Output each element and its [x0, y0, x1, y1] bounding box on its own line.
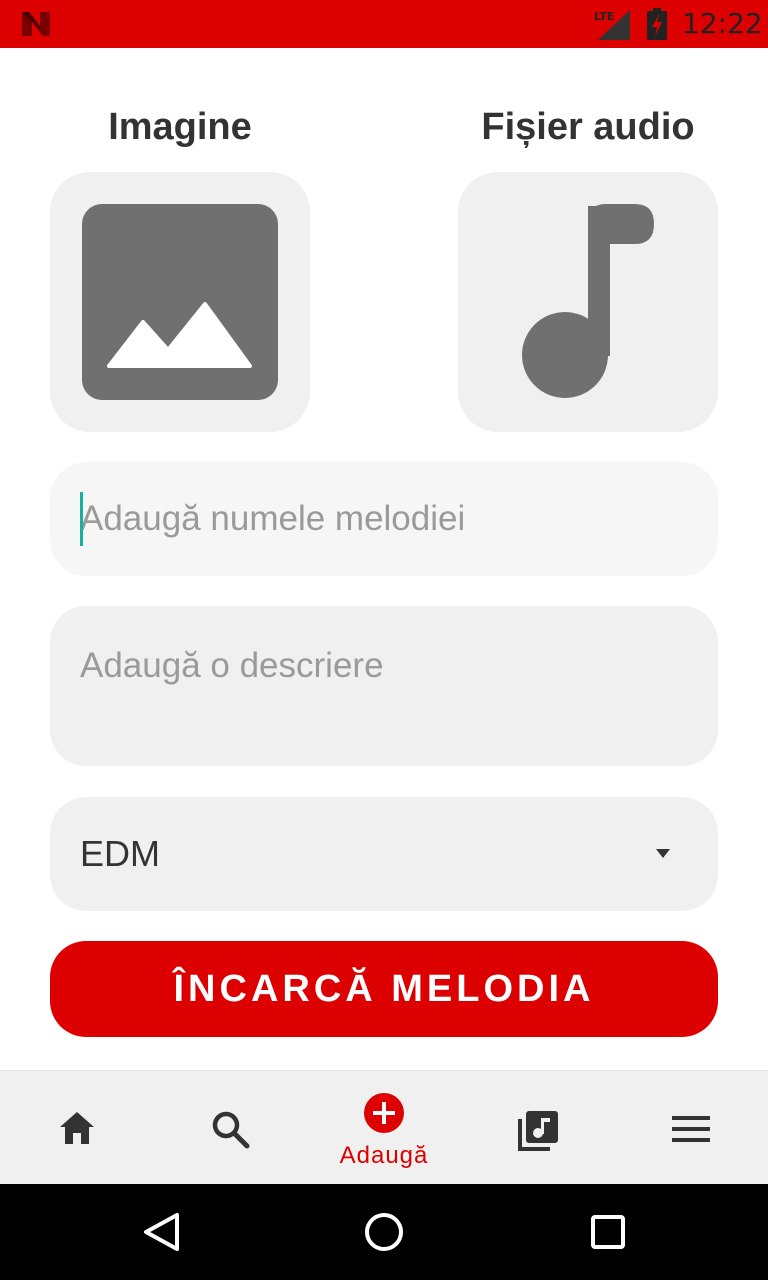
image-icon [82, 204, 278, 400]
genre-select[interactable]: EDM [50, 797, 718, 911]
system-navigation-bar [0, 1184, 768, 1280]
app-logo-icon [22, 12, 50, 36]
description-field[interactable] [50, 606, 718, 766]
lte-signal-icon: LTE [594, 10, 630, 40]
text-caret [80, 492, 83, 546]
image-picker-label: Imagine [108, 106, 252, 148]
home-circle-icon[interactable] [364, 1212, 404, 1252]
song-name-field[interactable] [50, 462, 718, 576]
search-icon [212, 1111, 250, 1149]
song-name-input[interactable] [50, 462, 718, 576]
dropdown-arrow-icon [656, 849, 670, 858]
nav-item-add-label: Adaugă [339, 1142, 429, 1169]
recents-icon[interactable] [590, 1212, 626, 1252]
upload-song-button[interactable]: ÎNCARCĂ MELODIA [50, 941, 718, 1037]
back-icon[interactable] [142, 1212, 180, 1252]
status-clock: 12:22 [682, 7, 763, 40]
nav-item-add[interactable]: Adaugă [324, 1071, 444, 1185]
add-circle-icon [364, 1093, 404, 1133]
battery-charging-icon [647, 8, 667, 40]
home-icon [60, 1112, 94, 1144]
description-input[interactable] [50, 606, 718, 766]
library-music-icon [518, 1111, 558, 1151]
genre-selected-value: EDM [80, 833, 160, 874]
nav-item-library[interactable] [478, 1071, 598, 1185]
svg-text:LTE: LTE [594, 10, 614, 23]
bottom-navigation: Adaugă [0, 1070, 768, 1184]
music-note-icon [522, 204, 654, 398]
nav-item-search[interactable] [170, 1071, 290, 1185]
audio-picker-button[interactable] [458, 172, 718, 432]
menu-icon [672, 1116, 710, 1142]
nav-item-home[interactable] [17, 1071, 137, 1185]
status-bar: LTE 12:22 [0, 0, 768, 48]
image-picker-button[interactable] [50, 172, 310, 432]
audio-picker-label: Fișier audio [481, 106, 695, 148]
nav-item-menu[interactable] [632, 1071, 752, 1185]
